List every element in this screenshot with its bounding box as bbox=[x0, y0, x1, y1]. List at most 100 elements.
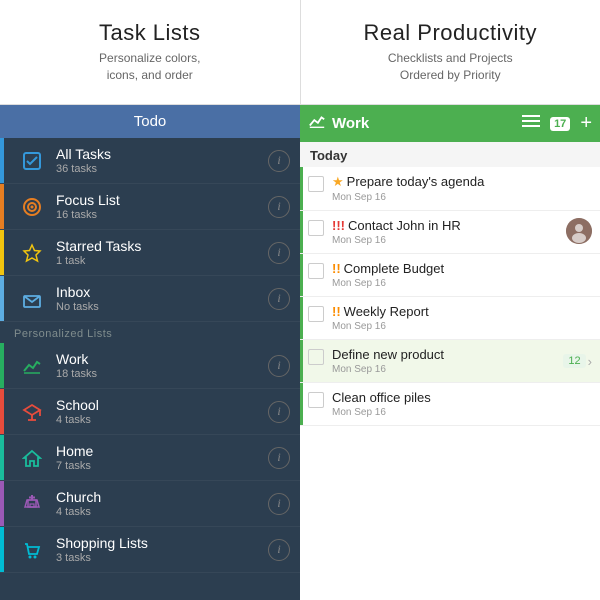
home-icon bbox=[18, 444, 46, 472]
work-icon bbox=[18, 352, 46, 380]
menu-icon[interactable] bbox=[522, 114, 540, 133]
info-icon[interactable]: i bbox=[268, 539, 290, 561]
info-icon[interactable]: i bbox=[268, 242, 290, 264]
inbox-icon bbox=[18, 285, 46, 313]
task-date: Mon Sep 16 bbox=[332, 321, 592, 332]
task-date: Mon Sep 16 bbox=[332, 278, 592, 289]
task-list: ★Prepare today's agenda Mon Sep 16 !!!Co… bbox=[300, 167, 600, 600]
info-icon[interactable]: i bbox=[268, 401, 290, 423]
task-lists-promo: Task Lists Personalize colors,icons, and… bbox=[0, 0, 301, 104]
task-title: ★Prepare today's agenda bbox=[332, 174, 592, 190]
today-label: Today bbox=[300, 142, 600, 167]
list-item-name: All Tasks bbox=[56, 146, 268, 162]
task-title: Clean office piles bbox=[332, 390, 592, 405]
list-item-text: Work 18 tasks bbox=[56, 351, 268, 380]
info-icon[interactable]: i bbox=[268, 288, 290, 310]
list-item-name: Church bbox=[56, 489, 268, 505]
info-icon[interactable]: i bbox=[268, 447, 290, 469]
list-item-count: 4 tasks bbox=[56, 506, 268, 518]
star-priority-icon: ★ bbox=[332, 174, 344, 189]
list-item-count: No tasks bbox=[56, 301, 268, 313]
checkbox-icon bbox=[18, 147, 46, 175]
list-item-text: Inbox No tasks bbox=[56, 284, 268, 313]
task-item[interactable]: Define new product Mon Sep 16 12 › bbox=[300, 340, 600, 383]
info-icon[interactable]: i bbox=[268, 196, 290, 218]
star-icon bbox=[18, 239, 46, 267]
list-item-name: Inbox bbox=[56, 284, 268, 300]
real-productivity-title: Real Productivity bbox=[363, 20, 537, 46]
task-item[interactable]: !!!Contact John in HR Mon Sep 16 bbox=[300, 211, 600, 254]
task-date: Mon Sep 16 bbox=[332, 407, 592, 418]
med-priority-icon: !! bbox=[332, 261, 341, 276]
list-item-name: Shopping Lists bbox=[56, 535, 268, 551]
list-item[interactable]: Shopping Lists 3 tasks i bbox=[0, 527, 300, 573]
list-item-name: Focus List bbox=[56, 192, 268, 208]
list-item-count: 36 tasks bbox=[56, 163, 268, 175]
task-checkbox[interactable] bbox=[308, 220, 324, 236]
task-lists-subtitle: Personalize colors,icons, and order bbox=[99, 50, 200, 84]
info-icon[interactable]: i bbox=[268, 493, 290, 515]
list-item-name: Work bbox=[56, 351, 268, 367]
list-item-name: Starred Tasks bbox=[56, 238, 268, 254]
list-item-text: School 4 tasks bbox=[56, 397, 268, 426]
task-checkbox[interactable] bbox=[308, 349, 324, 365]
task-checkbox[interactable] bbox=[308, 263, 324, 279]
list-item[interactable]: Starred Tasks 1 task i bbox=[0, 230, 300, 276]
list-item-name: Home bbox=[56, 443, 268, 459]
task-content: !!!Contact John in HR Mon Sep 16 bbox=[332, 218, 562, 246]
list-item[interactable]: Work 18 tasks i bbox=[0, 343, 300, 389]
work-panel: Work 17 + Today ★Prepare today's agenda bbox=[300, 105, 600, 600]
work-header: Work 17 + bbox=[300, 105, 600, 142]
list-item[interactable]: All Tasks 36 tasks i bbox=[0, 138, 300, 184]
med-priority-icon: !! bbox=[332, 304, 341, 319]
list-item-text: Shopping Lists 3 tasks bbox=[56, 535, 268, 564]
list-item[interactable]: Inbox No tasks i bbox=[0, 276, 300, 322]
task-item[interactable]: Clean office piles Mon Sep 16 bbox=[300, 383, 600, 426]
list-item-text: Church 4 tasks bbox=[56, 489, 268, 518]
list-item[interactable]: Home 7 tasks i bbox=[0, 435, 300, 481]
task-item[interactable]: !!Complete Budget Mon Sep 16 bbox=[300, 254, 600, 297]
list-item-count: 16 tasks bbox=[56, 209, 268, 221]
real-productivity-promo: Real Productivity Checklists and Project… bbox=[301, 0, 600, 104]
task-checkbox[interactable] bbox=[308, 392, 324, 408]
task-item[interactable]: ★Prepare today's agenda Mon Sep 16 bbox=[300, 167, 600, 211]
task-content: !!Weekly Report Mon Sep 16 bbox=[332, 304, 592, 332]
task-date: Mon Sep 16 bbox=[332, 364, 559, 375]
task-date: Mon Sep 16 bbox=[332, 235, 562, 246]
list-item[interactable]: Focus List 16 tasks i bbox=[0, 184, 300, 230]
todo-item-list: All Tasks 36 tasks i Focus List 16 bbox=[0, 138, 300, 600]
task-checkbox[interactable] bbox=[308, 306, 324, 322]
task-item[interactable]: !!Weekly Report Mon Sep 16 bbox=[300, 297, 600, 340]
info-icon[interactable]: i bbox=[268, 355, 290, 377]
list-item[interactable]: School 4 tasks i bbox=[0, 389, 300, 435]
add-task-button[interactable]: + bbox=[580, 112, 592, 135]
section-label: Personalized Lists bbox=[0, 322, 300, 343]
task-content: !!Complete Budget Mon Sep 16 bbox=[332, 261, 592, 289]
list-item-name: School bbox=[56, 397, 268, 413]
church-icon bbox=[18, 490, 46, 518]
list-item-text: Starred Tasks 1 task bbox=[56, 238, 268, 267]
list-item-count: 18 tasks bbox=[56, 368, 268, 380]
work-panel-icon bbox=[308, 112, 326, 135]
list-item-text: Focus List 16 tasks bbox=[56, 192, 268, 221]
info-icon[interactable]: i bbox=[268, 150, 290, 172]
high-priority-icon: !!! bbox=[332, 218, 345, 233]
list-item-text: Home 7 tasks bbox=[56, 443, 268, 472]
list-item-text: All Tasks 36 tasks bbox=[56, 146, 268, 175]
subtask-count-badge: 12 bbox=[563, 354, 585, 368]
calendar-icon[interactable]: 17 bbox=[550, 117, 570, 131]
task-checkbox[interactable] bbox=[308, 176, 324, 192]
task-lists-title: Task Lists bbox=[99, 20, 201, 46]
list-item-count: 1 task bbox=[56, 255, 268, 267]
chevron-right-icon[interactable]: › bbox=[588, 354, 592, 369]
task-title: !!Complete Budget bbox=[332, 261, 592, 276]
shopping-icon bbox=[18, 536, 46, 564]
list-item-count: 7 tasks bbox=[56, 460, 268, 472]
task-content: Clean office piles Mon Sep 16 bbox=[332, 390, 592, 418]
task-date: Mon Sep 16 bbox=[332, 192, 592, 203]
task-title: !!Weekly Report bbox=[332, 304, 592, 319]
school-icon bbox=[18, 398, 46, 426]
todo-header: Todo bbox=[0, 105, 300, 138]
task-title: Define new product bbox=[332, 347, 559, 362]
list-item[interactable]: Church 4 tasks i bbox=[0, 481, 300, 527]
